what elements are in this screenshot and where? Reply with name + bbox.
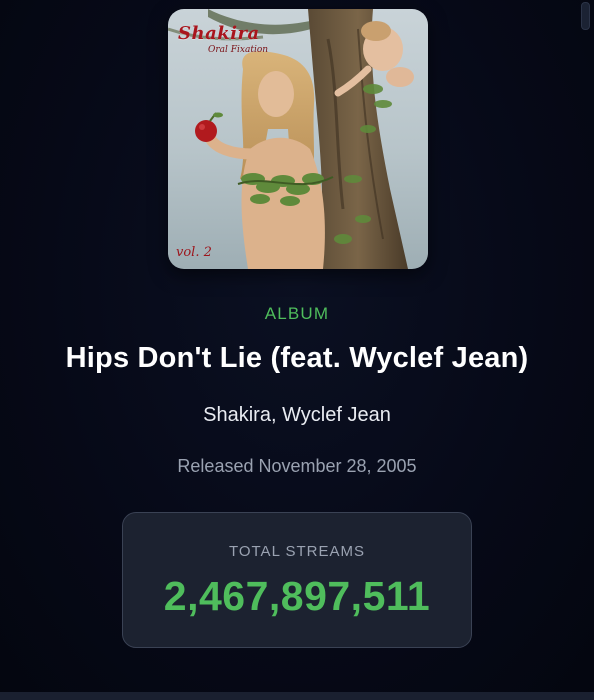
scrollbar-thumb[interactable] [581, 2, 590, 30]
release-title: Hips Don't Lie (feat. Wyclef Jean) [65, 342, 529, 374]
album-cover-artwork [168, 9, 428, 269]
release-type-label: ALBUM [264, 304, 330, 323]
total-streams-value: 2,467,897,511 [163, 573, 431, 619]
release-artists[interactable]: Shakira, Wyclef Jean [0, 404, 594, 427]
cover-artist-lettering: Shakira [178, 23, 260, 44]
bottom-divider [0, 692, 594, 700]
album-detail-page: Shakira Oral Fixation vol. 2 ALBUM Hips … [0, 0, 594, 700]
release-date: Released November 28, 2005 [177, 456, 417, 476]
cover-volume-lettering: vol. 2 [176, 245, 212, 260]
total-streams-label: TOTAL STREAMS [228, 543, 366, 560]
total-streams-card: TOTAL STREAMS 2,467,897,511 [122, 512, 472, 648]
cover-album-lettering: Oral Fixation [208, 45, 269, 55]
album-cover: Shakira Oral Fixation vol. 2 [168, 9, 428, 269]
